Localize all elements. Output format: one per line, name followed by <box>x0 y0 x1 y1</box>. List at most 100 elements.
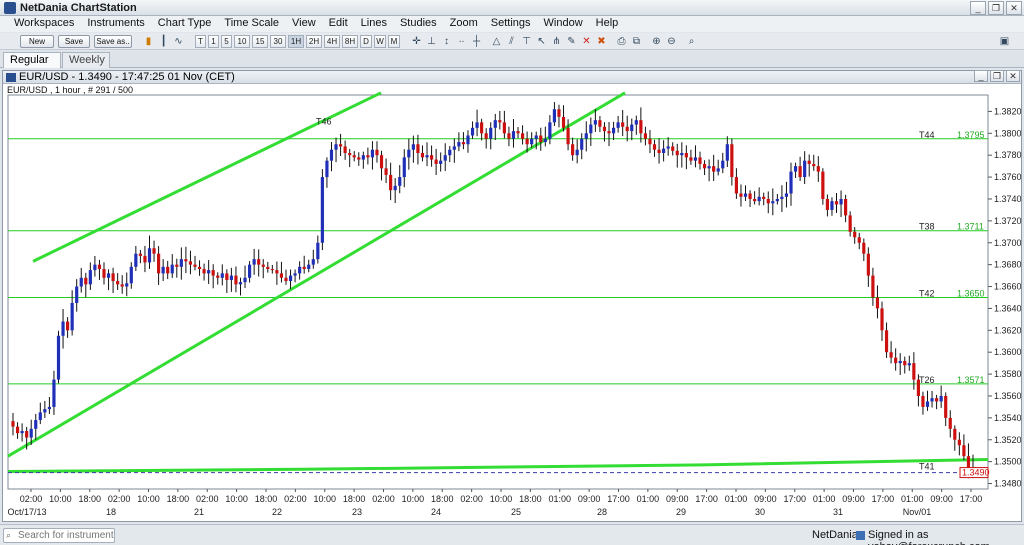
zoom-out-icon[interactable]: ⊖ <box>665 35 678 48</box>
timescale-5[interactable]: 5 <box>221 35 232 48</box>
trend-tool-icon[interactable]: ⫽ <box>505 35 518 48</box>
timescale-2h[interactable]: 2H <box>306 35 322 48</box>
arrow-tool-icon[interactable]: ↖ <box>535 35 548 48</box>
candle-body <box>407 149 411 158</box>
candle-body <box>302 266 306 270</box>
menu-time-scale[interactable]: Time Scale <box>218 16 286 32</box>
menu-studies[interactable]: Studies <box>394 16 444 32</box>
save-as-button[interactable]: Save as.. <box>94 35 132 48</box>
fib-tool-icon[interactable]: ⊤ <box>520 35 533 48</box>
timescale-30[interactable]: 30 <box>270 35 286 48</box>
candle-body <box>916 379 920 396</box>
zoom-in-icon[interactable]: ⊕ <box>650 35 663 48</box>
search-instrument-input[interactable] <box>3 528 115 543</box>
menu-lines[interactable]: Lines <box>355 16 394 32</box>
candle-body <box>543 138 547 143</box>
pencil-icon[interactable]: ✎ <box>565 35 578 48</box>
menu-instruments[interactable]: Instruments <box>81 16 151 32</box>
candle-body <box>894 357 898 364</box>
candle-body <box>116 281 120 285</box>
candle-body <box>584 133 588 139</box>
close-button[interactable]: ✕ <box>1006 1 1022 15</box>
menu-zoom[interactable]: Zoom <box>444 16 485 32</box>
delete-all-icon[interactable]: ✖ <box>595 35 608 48</box>
candle-body <box>402 157 406 178</box>
timescale-t[interactable]: T <box>195 35 206 48</box>
status-bar: ⌕ NetDania Signed in as yohay@forexcrunc… <box>0 524 1024 545</box>
candle-chart-icon[interactable]: ▮ <box>142 35 155 48</box>
timescale-1[interactable]: 1 <box>208 35 219 48</box>
candle-body <box>921 395 925 407</box>
y-tick-label: 1.3740 <box>994 194 1021 204</box>
zoom-reset-icon[interactable]: ⌕ <box>685 35 698 48</box>
timescale-w[interactable]: W <box>374 35 386 48</box>
crosshair-icon[interactable]: ✛ <box>410 35 423 48</box>
menu-window[interactable]: Window <box>538 16 590 32</box>
print-icon[interactable]: ⎙ <box>615 35 628 48</box>
candle-body <box>61 321 65 336</box>
timescale-d[interactable]: D <box>360 35 372 48</box>
workspace-tabs: Regular ✱ Weekly <box>0 51 1024 81</box>
candle-body <box>593 120 597 125</box>
minimize-button[interactable]: _ <box>970 1 986 15</box>
dots-icon[interactable]: ∙∙ <box>455 35 468 48</box>
candle-body <box>898 360 902 364</box>
restore-button[interactable]: ❐ <box>988 1 1004 15</box>
cursor-icon[interactable]: ↕ <box>440 35 453 48</box>
bell-icon[interactable]: △ <box>490 35 503 48</box>
candle-body <box>461 142 466 145</box>
candle-body <box>611 127 616 134</box>
copy-icon[interactable]: ⧉ <box>630 35 643 48</box>
timescale-1h[interactable]: 1H <box>288 35 304 48</box>
timescale-8h[interactable]: 8H <box>342 35 358 48</box>
x-time-label: 18:00 <box>519 494 542 504</box>
line-chart-icon[interactable]: ∿ <box>172 35 185 48</box>
toolbar-options-icon[interactable]: ▣ <box>998 35 1011 48</box>
y-tick-label: 1.3500 <box>994 457 1021 467</box>
save-button[interactable]: Save <box>58 35 90 48</box>
menu-edit[interactable]: Edit <box>323 16 355 32</box>
hline-icon[interactable]: ⊥ <box>425 35 438 48</box>
bar-chart-icon[interactable]: ┃ <box>157 35 170 48</box>
candle-body <box>793 166 798 172</box>
candle-body <box>511 131 516 139</box>
timescale-15[interactable]: 15 <box>252 35 268 48</box>
candle-body <box>630 124 634 132</box>
candle-body <box>252 259 256 265</box>
x-date-label: 29 <box>676 507 686 517</box>
menu-chart-type[interactable]: Chart Type <box>152 16 219 32</box>
candle-body <box>571 144 575 156</box>
level-value-label: 1.3711 <box>957 222 984 232</box>
x-date-label: 31 <box>833 507 843 517</box>
x-time-label: 02:00 <box>20 494 43 504</box>
timescale-m[interactable]: M <box>388 35 400 48</box>
menu-help[interactable]: Help <box>590 16 626 32</box>
delete-icon[interactable]: ✕ <box>580 35 593 48</box>
trendline-label: T46 <box>316 117 332 127</box>
candle-body <box>602 126 607 132</box>
pitchfork-icon[interactable]: ⋔ <box>550 35 563 48</box>
menu-view[interactable]: View <box>286 16 323 32</box>
toolbar: New Save Save as.. ▮ ┃ ∿ T 1 5 10 15 30 … <box>0 33 1024 50</box>
candle-body <box>652 144 657 150</box>
tab-regular[interactable]: Regular ✱ <box>3 52 61 81</box>
price-chart[interactable]: 1.3480 1.3500 1.3520 1.3540 1.3560 1.3580 1.36… <box>3 71 1021 521</box>
candle-body <box>56 335 61 380</box>
timescale-10[interactable]: 10 <box>234 35 250 48</box>
x-time-label: 09:00 <box>666 494 689 504</box>
menu-settings[interactable]: Settings <box>485 16 538 32</box>
x-time-label: 17:00 <box>783 494 806 504</box>
x-date-label: 21 <box>194 507 204 517</box>
menu-workspaces[interactable]: Workspaces <box>8 16 81 32</box>
brand-label: NetDania <box>812 529 858 541</box>
timescale-4h[interactable]: 4H <box>324 35 340 48</box>
y-tick-label: 1.3660 <box>994 282 1021 292</box>
vline-icon[interactable]: ┼ <box>470 35 483 48</box>
x-time-label: 02:00 <box>460 494 483 504</box>
candle-body <box>11 421 15 427</box>
candle-body <box>798 166 802 178</box>
candle-body <box>143 255 147 263</box>
tab-weekly[interactable]: Weekly <box>62 52 110 68</box>
candle-body <box>393 185 397 191</box>
new-button[interactable]: New <box>20 35 54 48</box>
